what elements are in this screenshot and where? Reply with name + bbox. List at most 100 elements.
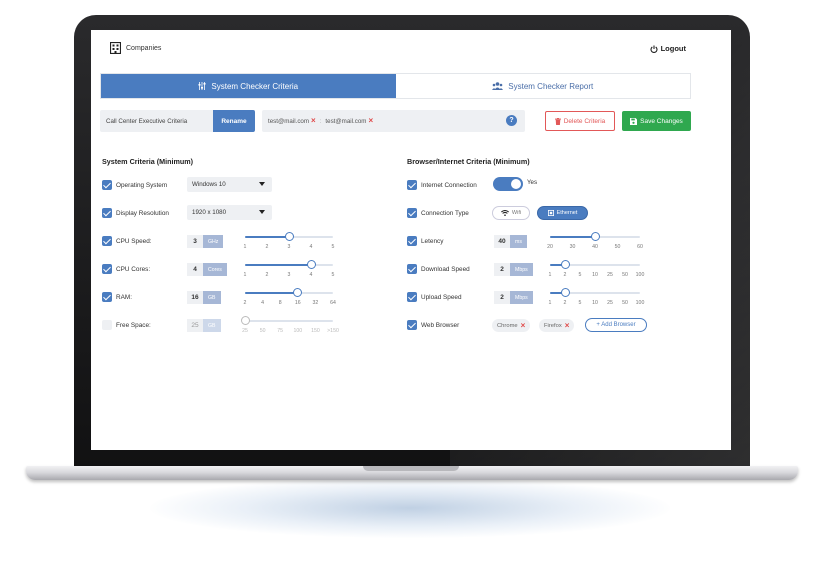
- companies-link[interactable]: Companies: [126, 45, 161, 52]
- browser-chip-chrome: Chrome ×: [492, 319, 531, 332]
- stage: Companies Logout System Checker Criteria: [0, 0, 822, 565]
- add-browser-button[interactable]: + Add Browser: [585, 318, 647, 332]
- remove-email-icon[interactable]: ×: [311, 117, 316, 125]
- cpu-cores-value[interactable]: 4 Cores: [187, 263, 227, 276]
- slider-tick-label: 1: [548, 272, 552, 278]
- users-icon: [492, 82, 504, 90]
- separator: :: [319, 117, 322, 125]
- cpu-cores-slider[interactable]: 1 2 3 4 5: [244, 260, 335, 280]
- ram-unit: GB: [203, 291, 221, 304]
- save-changes-button[interactable]: Save Changes: [622, 111, 691, 131]
- email-chip: test@mail.com ×: [268, 117, 316, 125]
- slider-thumb[interactable]: [240, 316, 250, 325]
- upload-unit: Mbps: [510, 291, 533, 304]
- latency-slider[interactable]: 20 30 40 50 60: [547, 232, 643, 252]
- resolution-select[interactable]: 1920 x 1080: [187, 205, 272, 220]
- download-slider[interactable]: 1 2 5 10 25 50 100: [548, 260, 645, 280]
- cpu-speed-value[interactable]: 3 GHz: [187, 235, 224, 248]
- slider-thumb[interactable]: [560, 288, 570, 297]
- cpu-speed-slider[interactable]: 1 2 3 4 5: [244, 232, 335, 252]
- slider-ticks: 1 2 3 4 5: [244, 244, 335, 252]
- upload-checkbox[interactable]: [407, 292, 417, 302]
- remove-browser-icon[interactable]: ×: [521, 321, 526, 330]
- free-space-checkbox[interactable]: [102, 320, 112, 330]
- slider-tick-label: 8: [278, 300, 282, 306]
- free-space-row: Free Space:: [102, 318, 151, 332]
- os-checkbox[interactable]: [102, 180, 112, 190]
- resolution-checkbox[interactable]: [102, 208, 112, 218]
- toggle-knob: [511, 179, 521, 189]
- slider-tick-label: 75: [277, 328, 284, 334]
- latency-number: 40: [494, 235, 510, 248]
- tab-system-checker-report[interactable]: System Checker Report: [396, 74, 691, 98]
- email-recipients-input[interactable]: test@mail.com × : test@mail.com × ?: [262, 110, 525, 132]
- internet-value: Yes: [527, 179, 538, 186]
- slider-thumb[interactable]: [560, 260, 570, 269]
- slider-tick-label: 10: [592, 272, 598, 278]
- browser-criteria-title: Browser/Internet Criteria (Minimum): [407, 157, 530, 166]
- remove-email-icon[interactable]: ×: [368, 117, 373, 125]
- free-space-slider[interactable]: 25 50 75 100 150 >150: [240, 316, 339, 336]
- free-space-unit: GB: [203, 319, 221, 332]
- floppy-disk-icon: [630, 117, 638, 125]
- connection-checkbox[interactable]: [407, 208, 417, 218]
- upload-slider[interactable]: 1 2 5 10 25 50 100: [549, 288, 644, 308]
- internet-checkbox[interactable]: [407, 180, 417, 190]
- ram-value[interactable]: 16 GB: [187, 291, 221, 304]
- os-select[interactable]: Windows 10: [187, 177, 272, 192]
- criteria-profile: Call Center Executive Criteria Rename: [100, 110, 255, 132]
- email-text: test@mail.com: [268, 117, 310, 125]
- upload-value[interactable]: 2 Mbps: [494, 291, 533, 304]
- wifi-option[interactable]: Wifi: [492, 206, 530, 220]
- rename-button[interactable]: Rename: [213, 110, 255, 132]
- web-browser-checkbox[interactable]: [407, 320, 417, 330]
- slider-tick-label: 3: [287, 244, 291, 250]
- browser-chip-firefox: Firefox ×: [539, 319, 575, 332]
- upload-number: 2: [494, 291, 510, 304]
- cpu-speed-number: 3: [187, 235, 203, 248]
- logout-button[interactable]: Logout: [650, 44, 686, 53]
- slider-thumb[interactable]: [293, 288, 303, 297]
- cpu-cores-checkbox[interactable]: [102, 264, 112, 274]
- latency-checkbox[interactable]: [407, 236, 417, 246]
- web-browser-row: Web Browser: [407, 318, 459, 332]
- app-header: Companies Logout: [91, 30, 731, 68]
- slider-thumb[interactable]: [284, 232, 294, 241]
- browser-chip-label: Chrome: [497, 322, 518, 329]
- slider-tick-label: 50: [622, 272, 628, 278]
- save-label: Save Changes: [640, 117, 683, 125]
- criteria-name[interactable]: Call Center Executive Criteria: [100, 118, 213, 125]
- latency-unit: ms: [510, 235, 527, 248]
- free-space-value[interactable]: 25 GB: [187, 319, 221, 332]
- help-icon[interactable]: ?: [506, 115, 517, 126]
- slider-tick-label: 10: [592, 300, 598, 306]
- ram-checkbox[interactable]: [102, 292, 112, 302]
- internet-toggle[interactable]: [493, 177, 523, 191]
- slider-thumb[interactable]: [306, 260, 316, 269]
- ram-slider[interactable]: 2 4 8 16 32 64: [243, 288, 336, 308]
- tab-system-checker-criteria[interactable]: System Checker Criteria: [101, 74, 396, 98]
- latency-value[interactable]: 40 ms: [494, 235, 527, 248]
- slider-tick-label: 20: [547, 244, 553, 250]
- slider-track[interactable]: [245, 320, 333, 322]
- slider-tick-label: 100: [293, 328, 303, 334]
- slider-ticks: 1 2 5 10 25 50 100: [548, 272, 645, 280]
- ram-row: RAM:: [102, 290, 132, 304]
- connection-row: Connection Type: [407, 206, 469, 220]
- web-browser-label: Web Browser: [421, 321, 460, 329]
- ethernet-option[interactable]: Ethernet: [537, 206, 588, 220]
- wifi-label: Wifi: [511, 210, 522, 216]
- slider-tick-label: 2: [243, 300, 247, 306]
- laptop-shadow: [150, 478, 670, 538]
- cpu-speed-checkbox[interactable]: [102, 236, 112, 246]
- slider-tick-label: 5: [331, 272, 335, 278]
- download-checkbox[interactable]: [407, 264, 417, 274]
- slider-fill: [245, 264, 311, 266]
- sliders-icon: [198, 82, 206, 90]
- slider-tick-label: 50: [614, 244, 621, 250]
- delete-criteria-button[interactable]: Delete Criteria: [545, 111, 615, 131]
- slider-tick-label: 4: [261, 300, 265, 306]
- download-value[interactable]: 2 Mbps: [494, 263, 533, 276]
- slider-thumb[interactable]: [590, 232, 600, 241]
- remove-browser-icon[interactable]: ×: [565, 321, 570, 330]
